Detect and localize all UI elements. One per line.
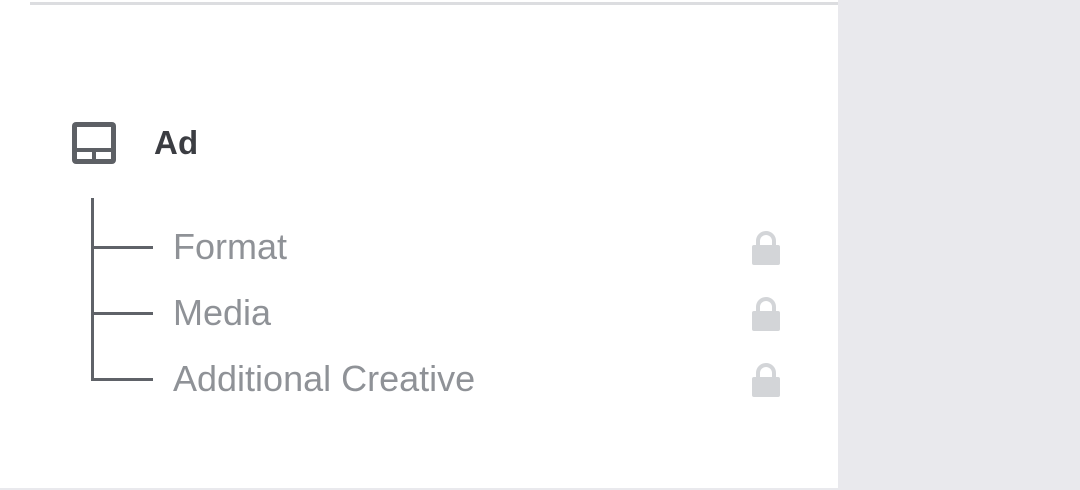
tree-item-format[interactable]: Format: [91, 222, 791, 272]
tree-item-label: Media: [173, 292, 272, 333]
lock-icon: [749, 296, 783, 332]
right-side-panel: [838, 0, 1080, 490]
ad-section-header[interactable]: Ad: [70, 118, 198, 168]
tree-branch-line: [91, 311, 153, 315]
tree-item-label: Format: [173, 226, 288, 267]
tree-branch-line: [91, 245, 153, 249]
lock-icon: [749, 230, 783, 266]
tree-item-media[interactable]: Media: [91, 288, 791, 338]
top-divider: [30, 2, 838, 5]
ad-layout-icon: [70, 119, 118, 167]
page: Ad Format Media Additional Creative: [0, 0, 1080, 490]
section-title: Ad: [154, 124, 199, 161]
navigation-panel: Ad Format Media Additional Creative: [0, 0, 838, 488]
tree-item-additional-creative[interactable]: Additional Creative: [91, 354, 791, 404]
tree-branch-line: [91, 377, 153, 381]
tree-item-label: Additional Creative: [173, 358, 476, 399]
lock-icon: [749, 362, 783, 398]
